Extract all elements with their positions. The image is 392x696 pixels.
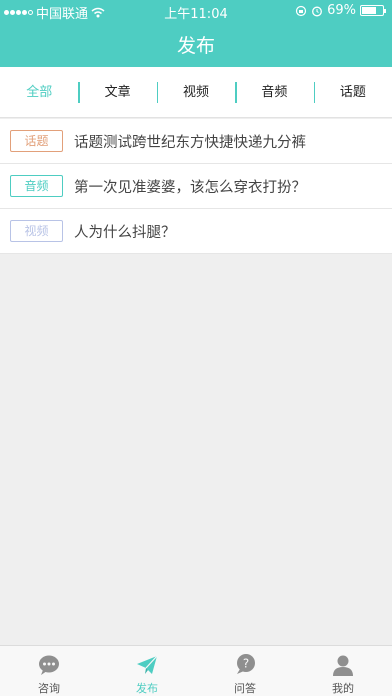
list-item[interactable]: 话题 话题测试跨世纪东方快捷快递九分裤 bbox=[0, 119, 392, 164]
list-item[interactable]: 视频 人为什么抖腿？ bbox=[0, 209, 392, 254]
status-right: 69% bbox=[295, 3, 386, 18]
item-title: 第一次见准婆婆，该怎么穿衣打扮？ bbox=[74, 179, 306, 196]
post-list: 话题 话题测试跨世纪东方快捷快递九分裤 音频 第一次见准婆婆，该怎么穿衣打扮？ … bbox=[0, 119, 392, 254]
question-bubble-icon: ? bbox=[237, 654, 255, 674]
paper-plane-icon bbox=[137, 655, 158, 674]
tab-topics[interactable]: 话题 bbox=[313, 67, 392, 118]
bottom-tab-qa[interactable]: ? 问答 bbox=[196, 646, 294, 696]
bottom-tab-consult[interactable]: 咨询 bbox=[0, 646, 98, 696]
category-badge: 音频 bbox=[10, 175, 63, 197]
tab-videos[interactable]: 视频 bbox=[156, 67, 235, 118]
battery-percent: 69% bbox=[327, 3, 356, 18]
tab-all[interactable]: 全部 bbox=[0, 67, 78, 118]
rotation-lock-icon bbox=[295, 5, 307, 16]
chat-bubble-icon bbox=[39, 655, 59, 675]
category-badge: 视频 bbox=[10, 220, 63, 242]
header: 中国联通 上午11:04 69% 发布 bbox=[0, 0, 392, 67]
item-title: 话题测试跨世纪东方快捷快递九分裤 bbox=[74, 134, 306, 151]
bottom-tab-label: 咨询 bbox=[38, 682, 60, 695]
alarm-icon bbox=[312, 6, 323, 16]
bottom-tab-bar: 咨询 发布 ? 问答 我的 bbox=[0, 645, 392, 696]
tab-articles[interactable]: 文章 bbox=[78, 67, 156, 118]
bottom-tab-label: 问答 bbox=[234, 682, 256, 695]
battery-icon bbox=[360, 5, 386, 16]
bottom-tab-profile[interactable]: 我的 bbox=[294, 646, 392, 696]
status-bar: 中国联通 上午11:04 69% bbox=[0, 0, 392, 22]
bottom-tab-publish[interactable]: 发布 bbox=[98, 646, 196, 696]
list-item[interactable]: 音频 第一次见准婆婆，该怎么穿衣打扮？ bbox=[0, 164, 392, 209]
person-icon bbox=[333, 655, 353, 676]
bottom-tab-label: 发布 bbox=[136, 682, 158, 695]
tab-audio[interactable]: 音频 bbox=[235, 67, 313, 118]
item-title: 人为什么抖腿？ bbox=[74, 224, 176, 241]
bottom-tab-label: 我的 bbox=[332, 682, 354, 695]
category-tabs: 全部 文章 视频 音频 话题 bbox=[0, 67, 392, 118]
page-title: 发布 bbox=[176, 35, 215, 57]
category-badge: 话题 bbox=[10, 130, 63, 152]
svg-text:?: ? bbox=[243, 657, 249, 671]
